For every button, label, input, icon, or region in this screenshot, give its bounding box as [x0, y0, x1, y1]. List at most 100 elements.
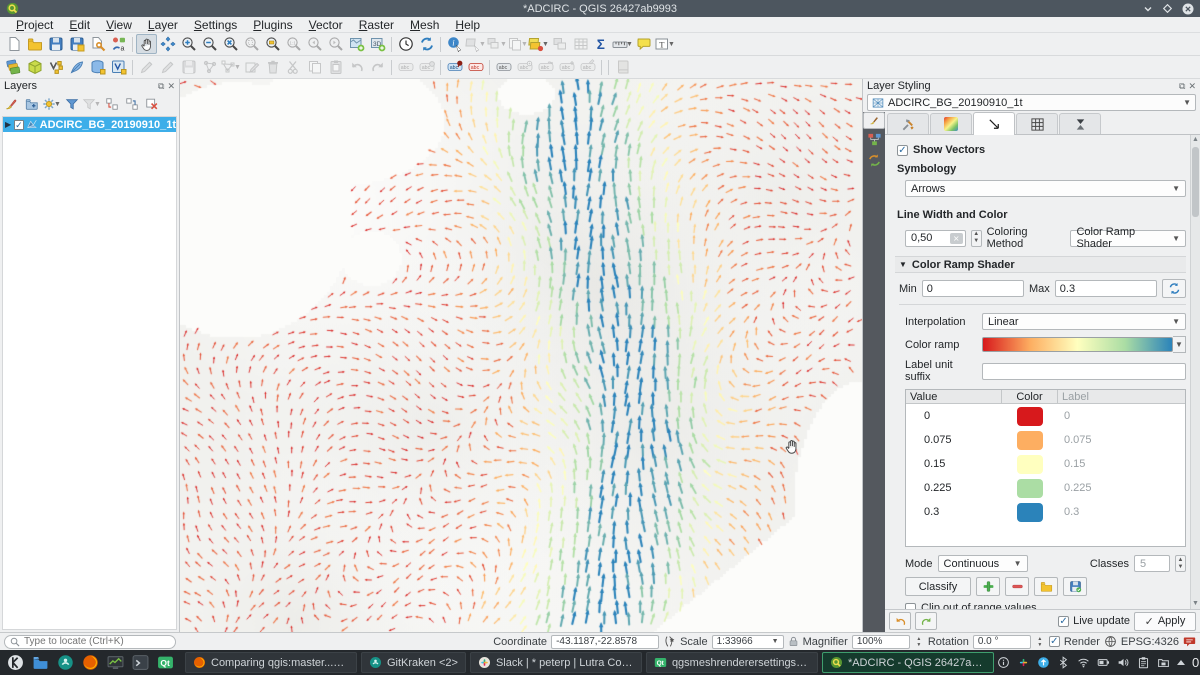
identify-features-icon[interactable]: i: [444, 34, 465, 54]
float-panel-icon[interactable]: ⧉: [158, 81, 164, 92]
menu-help[interactable]: Help: [447, 18, 488, 32]
classify-button[interactable]: Classify: [905, 577, 971, 596]
save-project-icon[interactable]: [45, 34, 66, 54]
qtcreator-launcher-icon[interactable]: Qt: [154, 652, 176, 674]
task-button[interactable]: *ADCIRC - QGIS 26427ab9993: [822, 652, 994, 673]
apply-button[interactable]: ✓Apply: [1134, 612, 1196, 631]
class-row[interactable]: 0.2250.225: [906, 476, 1185, 500]
map-canvas[interactable]: [180, 79, 862, 632]
manage-map-themes-icon[interactable]: ▼: [42, 95, 61, 113]
save-color-map-button[interactable]: [1063, 577, 1087, 596]
crs-globe-icon[interactable]: [1104, 635, 1117, 648]
expand-all-icon[interactable]: [102, 95, 121, 113]
pan-map-icon[interactable]: [136, 34, 157, 54]
float-styling-panel-icon[interactable]: ⧉: [1179, 81, 1185, 92]
add-group-icon[interactable]: [22, 95, 41, 113]
new-database-layer-icon[interactable]: [87, 57, 108, 77]
classes-spinbox[interactable]: 5: [1134, 555, 1170, 572]
undo-style-button[interactable]: [889, 612, 911, 630]
classes-spin-buttons[interactable]: ▲▼: [1175, 555, 1186, 572]
refresh-map-icon[interactable]: [416, 34, 437, 54]
updates-tray-icon[interactable]: [1037, 656, 1050, 669]
new-3d-map-view-icon[interactable]: 3D: [367, 34, 388, 54]
color-column-header[interactable]: Color: [1002, 390, 1058, 403]
locator-input[interactable]: [24, 636, 154, 647]
open-data-source-manager-icon[interactable]: [3, 57, 24, 77]
task-button[interactable]: Comparing qgis:master...vcl...: [185, 652, 357, 673]
locator-box[interactable]: [4, 635, 176, 649]
styling-scrollbar[interactable]: ▲ ▼: [1190, 135, 1200, 609]
tab-mesh-frame[interactable]: [1016, 113, 1058, 134]
class-row[interactable]: 0.150.15: [906, 452, 1185, 476]
notifications-tray-icon[interactable]: [997, 656, 1010, 669]
minimize-icon[interactable]: [1143, 4, 1153, 14]
volume-tray-icon[interactable]: [1117, 656, 1130, 669]
scroll-down-icon[interactable]: ▼: [1191, 599, 1200, 609]
reload-min-max-button[interactable]: [1162, 279, 1186, 298]
new-geopackage-layer-icon[interactable]: [24, 57, 45, 77]
tab-settings[interactable]: [887, 113, 929, 134]
styling-layer-selector[interactable]: ADCIRC_BG_20190910_1t ▼: [867, 94, 1196, 111]
terminal-icon[interactable]: [129, 652, 151, 674]
scrollbar-thumb[interactable]: [1192, 147, 1199, 217]
mode-select[interactable]: Continuous ▼: [938, 555, 1028, 572]
render-checkbox[interactable]: ✓: [1049, 636, 1060, 647]
close-panel-icon[interactable]: ✕: [167, 81, 175, 92]
datasets-gutter-icon[interactable]: [863, 129, 885, 150]
collapse-all-icon[interactable]: [122, 95, 141, 113]
clear-value-icon[interactable]: ⨯: [950, 233, 963, 244]
menu-layer[interactable]: Layer: [140, 18, 186, 32]
task-button[interactable]: Qtqgsmeshrenderersettings.h ...: [646, 652, 818, 673]
show-vectors-checkbox[interactable]: ✓: [897, 145, 908, 156]
move-label-icon[interactable]: abc: [493, 57, 514, 77]
scale-combo[interactable]: 1:33966▼: [712, 635, 784, 649]
slack-tray-icon[interactable]: [1017, 656, 1030, 669]
history-gutter-icon[interactable]: [863, 150, 885, 171]
display-tray-icon[interactable]: [1097, 656, 1110, 669]
wifi-tray-icon[interactable]: [1077, 656, 1090, 669]
live-update-checkbox[interactable]: ✓: [1058, 616, 1069, 627]
layer-item[interactable]: ▶ ✓ ADCIRC_BG_20190910_1t: [3, 117, 176, 132]
map-tips-icon[interactable]: [633, 34, 654, 54]
open-project-icon[interactable]: [24, 34, 45, 54]
extents-toggle-icon[interactable]: [663, 635, 676, 648]
kde-menu-icon[interactable]: [4, 652, 26, 674]
clipboard-tray-icon[interactable]: [1137, 656, 1150, 669]
maximize-icon[interactable]: [1163, 4, 1172, 13]
label-column-header[interactable]: Label: [1058, 390, 1148, 403]
temporal-controller-icon[interactable]: [395, 34, 416, 54]
zoom-out-icon[interactable]: [199, 34, 220, 54]
system-monitor-icon[interactable]: [104, 652, 126, 674]
class-color-swatch[interactable]: [1017, 431, 1043, 450]
color-ramp-shader-header[interactable]: ▼ Color Ramp Shader: [895, 256, 1186, 273]
max-input[interactable]: 0.3: [1055, 280, 1157, 297]
class-row[interactable]: 0.30.3: [906, 500, 1185, 524]
tray-expand-icon[interactable]: [1177, 660, 1185, 665]
menu-mesh[interactable]: Mesh: [402, 18, 447, 32]
min-input[interactable]: 0: [922, 280, 1024, 297]
bluetooth-tray-icon[interactable]: [1057, 656, 1070, 669]
class-row[interactable]: 0.0750.075: [906, 428, 1185, 452]
class-color-swatch[interactable]: [1017, 407, 1043, 426]
vector-field-map[interactable]: [180, 79, 862, 632]
magnifier-spinbox[interactable]: 100%: [852, 635, 910, 649]
scroll-up-icon[interactable]: ▲: [1191, 135, 1200, 145]
new-map-view-icon[interactable]: [346, 34, 367, 54]
line-width-spin-buttons[interactable]: ▲▼: [971, 230, 982, 247]
new-spatialite-layer-icon[interactable]: [66, 57, 87, 77]
menu-plugins[interactable]: Plugins: [245, 18, 300, 32]
rotation-spin-buttons[interactable]: ▲▼: [1035, 636, 1045, 648]
menu-edit[interactable]: Edit: [61, 18, 98, 32]
zoom-to-layer-icon[interactable]: [262, 34, 283, 54]
messages-icon[interactable]: [1183, 635, 1196, 648]
magnifier-spin-buttons[interactable]: ▲▼: [914, 636, 924, 648]
open-layer-styling-panel-icon[interactable]: [2, 95, 21, 113]
lock-scale-icon[interactable]: [788, 636, 799, 647]
new-project-icon[interactable]: [3, 34, 24, 54]
select-all-features-icon[interactable]: ▼: [528, 34, 549, 54]
firefox-launcher-icon[interactable]: [79, 652, 101, 674]
class-row[interactable]: 00: [906, 404, 1185, 428]
load-color-map-button[interactable]: [1034, 577, 1058, 596]
highlight-pinned-labels-icon[interactable]: abc: [465, 57, 486, 77]
menu-vector[interactable]: Vector: [301, 18, 351, 32]
